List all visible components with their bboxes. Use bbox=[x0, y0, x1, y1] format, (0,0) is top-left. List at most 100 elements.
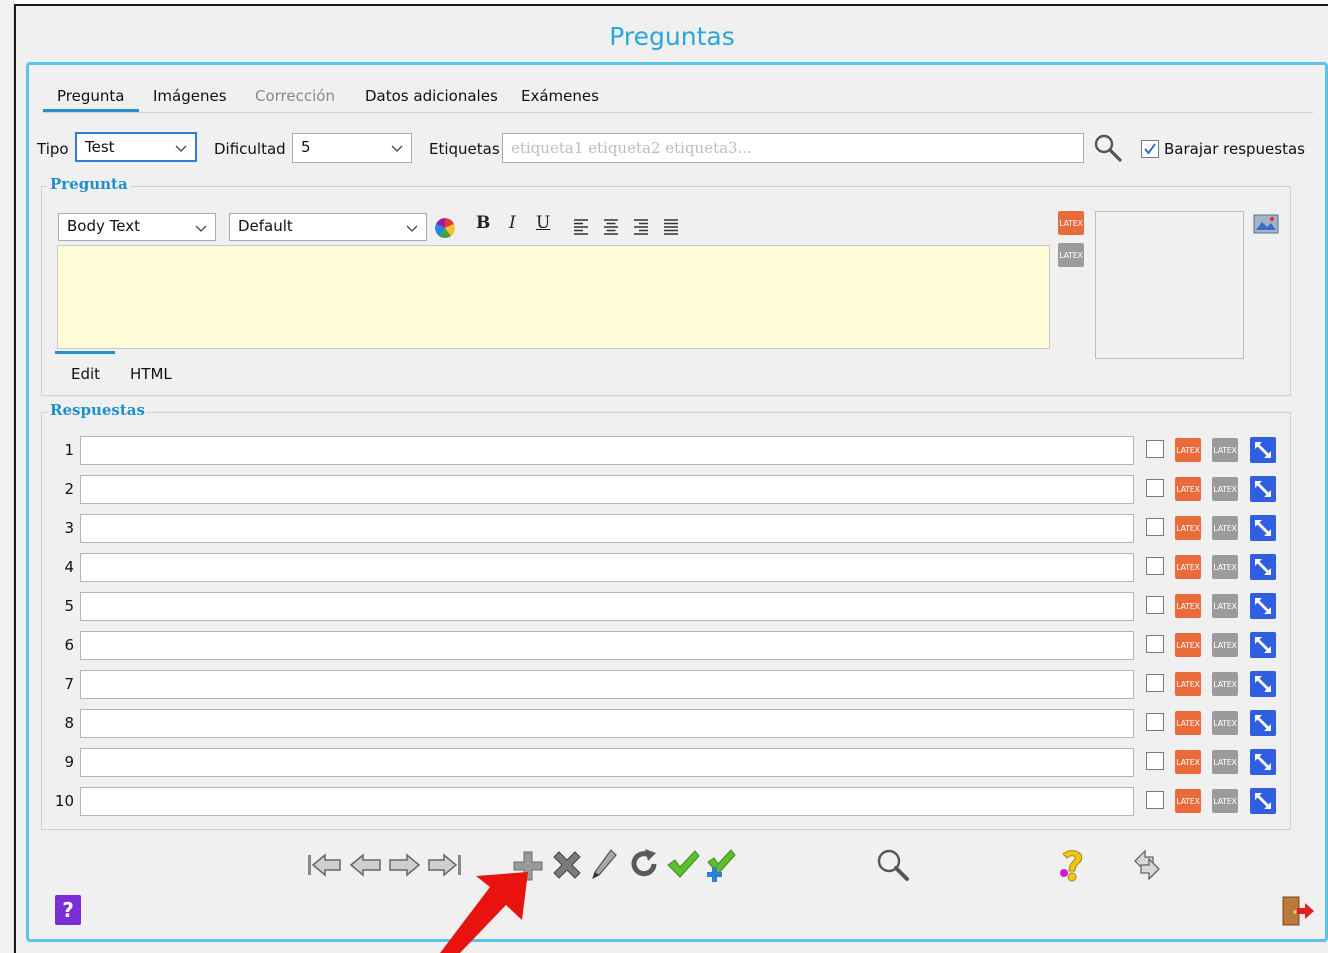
answer-expand-button[interactable] bbox=[1250, 437, 1276, 463]
answer-latex-insert-button[interactable]: LATEX bbox=[1175, 789, 1201, 813]
answer-correct-checkbox[interactable] bbox=[1146, 596, 1164, 614]
latex-insert-button[interactable]: LATEX bbox=[1058, 211, 1084, 235]
answer-input[interactable] bbox=[80, 553, 1134, 582]
answer-latex-edit-button[interactable]: LATEX bbox=[1212, 516, 1238, 540]
answer-input[interactable] bbox=[80, 436, 1134, 465]
align-justify-icon[interactable] bbox=[662, 217, 680, 235]
answer-latex-insert-button[interactable]: LATEX bbox=[1175, 594, 1201, 618]
answer-expand-button[interactable] bbox=[1250, 515, 1276, 541]
answer-correct-checkbox[interactable] bbox=[1146, 752, 1164, 770]
answers-group-title: Respuestas bbox=[48, 401, 147, 419]
answer-input[interactable] bbox=[80, 514, 1134, 543]
edit-tab-indicator bbox=[55, 351, 115, 354]
tab-examenes[interactable]: Exámenes bbox=[521, 87, 599, 105]
answer-latex-edit-button[interactable]: LATEX bbox=[1212, 477, 1238, 501]
answer-latex-edit-button[interactable]: LATEX bbox=[1212, 594, 1238, 618]
search-records-icon[interactable] bbox=[875, 847, 911, 883]
answer-correct-checkbox[interactable] bbox=[1146, 674, 1164, 692]
answer-correct-checkbox[interactable] bbox=[1146, 479, 1164, 497]
first-record-icon[interactable] bbox=[306, 850, 344, 880]
color-picker-icon[interactable] bbox=[434, 217, 456, 239]
question-image-box[interactable] bbox=[1095, 211, 1244, 359]
answer-input[interactable] bbox=[80, 670, 1134, 699]
next-record-icon[interactable] bbox=[387, 850, 421, 880]
answer-expand-button[interactable] bbox=[1250, 671, 1276, 697]
tipo-select[interactable]: Test bbox=[75, 132, 197, 162]
answer-latex-edit-button[interactable]: LATEX bbox=[1212, 633, 1238, 657]
answer-correct-checkbox[interactable] bbox=[1146, 440, 1164, 458]
shuffle-checkbox[interactable] bbox=[1141, 140, 1159, 158]
answer-latex-insert-button[interactable]: LATEX bbox=[1175, 711, 1201, 735]
latex-edit-button[interactable]: LATEX bbox=[1058, 243, 1084, 267]
answer-input[interactable] bbox=[80, 631, 1134, 660]
answer-latex-insert-button[interactable]: LATEX bbox=[1175, 633, 1201, 657]
answer-correct-checkbox[interactable] bbox=[1146, 791, 1164, 809]
tipo-value: Test bbox=[85, 138, 115, 156]
answer-expand-button[interactable] bbox=[1250, 593, 1276, 619]
answer-latex-insert-button[interactable]: LATEX bbox=[1175, 750, 1201, 774]
answer-correct-checkbox[interactable] bbox=[1146, 518, 1164, 536]
accept-icon[interactable] bbox=[665, 847, 701, 881]
red-pointer-arrow bbox=[440, 872, 528, 953]
answer-latex-insert-button[interactable]: LATEX bbox=[1175, 555, 1201, 579]
refresh-icon[interactable] bbox=[627, 847, 661, 881]
chevron-down-icon bbox=[175, 145, 187, 152]
load-image-icon[interactable] bbox=[1253, 213, 1279, 235]
help-button[interactable]: ? bbox=[55, 895, 81, 925]
align-center-icon[interactable] bbox=[602, 217, 620, 235]
search-icon[interactable] bbox=[1093, 133, 1123, 163]
underline-button[interactable]: U bbox=[536, 213, 550, 233]
answer-correct-checkbox[interactable] bbox=[1146, 635, 1164, 653]
answer-expand-button[interactable] bbox=[1250, 476, 1276, 502]
paragraph-style-select[interactable]: Body Text bbox=[58, 213, 216, 241]
answer-latex-edit-button[interactable]: LATEX bbox=[1212, 438, 1238, 462]
answer-latex-edit-button[interactable]: LATEX bbox=[1212, 555, 1238, 579]
swap-icon[interactable] bbox=[1129, 847, 1165, 883]
answer-input[interactable] bbox=[80, 592, 1134, 621]
tab-correccion: Corrección bbox=[255, 87, 335, 105]
tipo-label: Tipo bbox=[37, 140, 69, 158]
answer-input[interactable] bbox=[80, 709, 1134, 738]
tab-pregunta[interactable]: Pregunta bbox=[57, 87, 124, 105]
italic-button[interactable]: I bbox=[509, 213, 516, 233]
editor-tab-edit[interactable]: Edit bbox=[71, 365, 100, 383]
answer-latex-insert-button[interactable]: LATEX bbox=[1175, 477, 1201, 501]
answer-latex-edit-button[interactable]: LATEX bbox=[1212, 789, 1238, 813]
question-editor[interactable] bbox=[57, 245, 1050, 349]
answer-latex-insert-button[interactable]: LATEX bbox=[1175, 438, 1201, 462]
answer-latex-edit-button[interactable]: LATEX bbox=[1212, 711, 1238, 735]
answer-correct-checkbox[interactable] bbox=[1146, 557, 1164, 575]
question-help-icon[interactable] bbox=[1055, 847, 1091, 883]
answer-expand-button[interactable] bbox=[1250, 554, 1276, 580]
exit-icon[interactable] bbox=[1281, 895, 1315, 927]
dificultad-select[interactable]: 5 bbox=[292, 133, 412, 163]
answer-input[interactable] bbox=[80, 787, 1134, 816]
tab-imagenes[interactable]: Imágenes bbox=[153, 87, 227, 105]
answer-number: 4 bbox=[64, 558, 74, 576]
edit-record-icon[interactable] bbox=[589, 847, 619, 883]
font-select[interactable]: Default bbox=[229, 213, 427, 241]
answer-expand-button[interactable] bbox=[1250, 788, 1276, 814]
answer-expand-button[interactable] bbox=[1250, 632, 1276, 658]
delete-record-icon[interactable] bbox=[549, 847, 585, 883]
tab-datos-adicionales[interactable]: Datos adicionales bbox=[365, 87, 498, 105]
answer-expand-button[interactable] bbox=[1250, 710, 1276, 736]
editor-tab-html[interactable]: HTML bbox=[130, 365, 172, 383]
answer-input[interactable] bbox=[80, 748, 1134, 777]
answer-input[interactable] bbox=[80, 475, 1134, 504]
answer-latex-insert-button[interactable]: LATEX bbox=[1175, 516, 1201, 540]
previous-record-icon[interactable] bbox=[349, 850, 383, 880]
align-left-icon[interactable] bbox=[572, 217, 590, 235]
etiquetas-input[interactable]: etiqueta1 etiqueta2 etiqueta3... bbox=[502, 133, 1084, 163]
answer-latex-edit-button[interactable]: LATEX bbox=[1212, 750, 1238, 774]
answer-latex-edit-button[interactable]: LATEX bbox=[1212, 672, 1238, 696]
bold-button[interactable]: B bbox=[476, 213, 490, 233]
align-right-icon[interactable] bbox=[632, 217, 650, 235]
main-panel: Pregunta Imágenes Corrección Datos adici… bbox=[26, 62, 1328, 942]
accept-new-icon[interactable] bbox=[703, 847, 739, 883]
answer-expand-button[interactable] bbox=[1250, 749, 1276, 775]
answer-correct-checkbox[interactable] bbox=[1146, 713, 1164, 731]
answer-number: 2 bbox=[64, 480, 74, 498]
answer-number: 8 bbox=[64, 714, 74, 732]
answer-latex-insert-button[interactable]: LATEX bbox=[1175, 672, 1201, 696]
